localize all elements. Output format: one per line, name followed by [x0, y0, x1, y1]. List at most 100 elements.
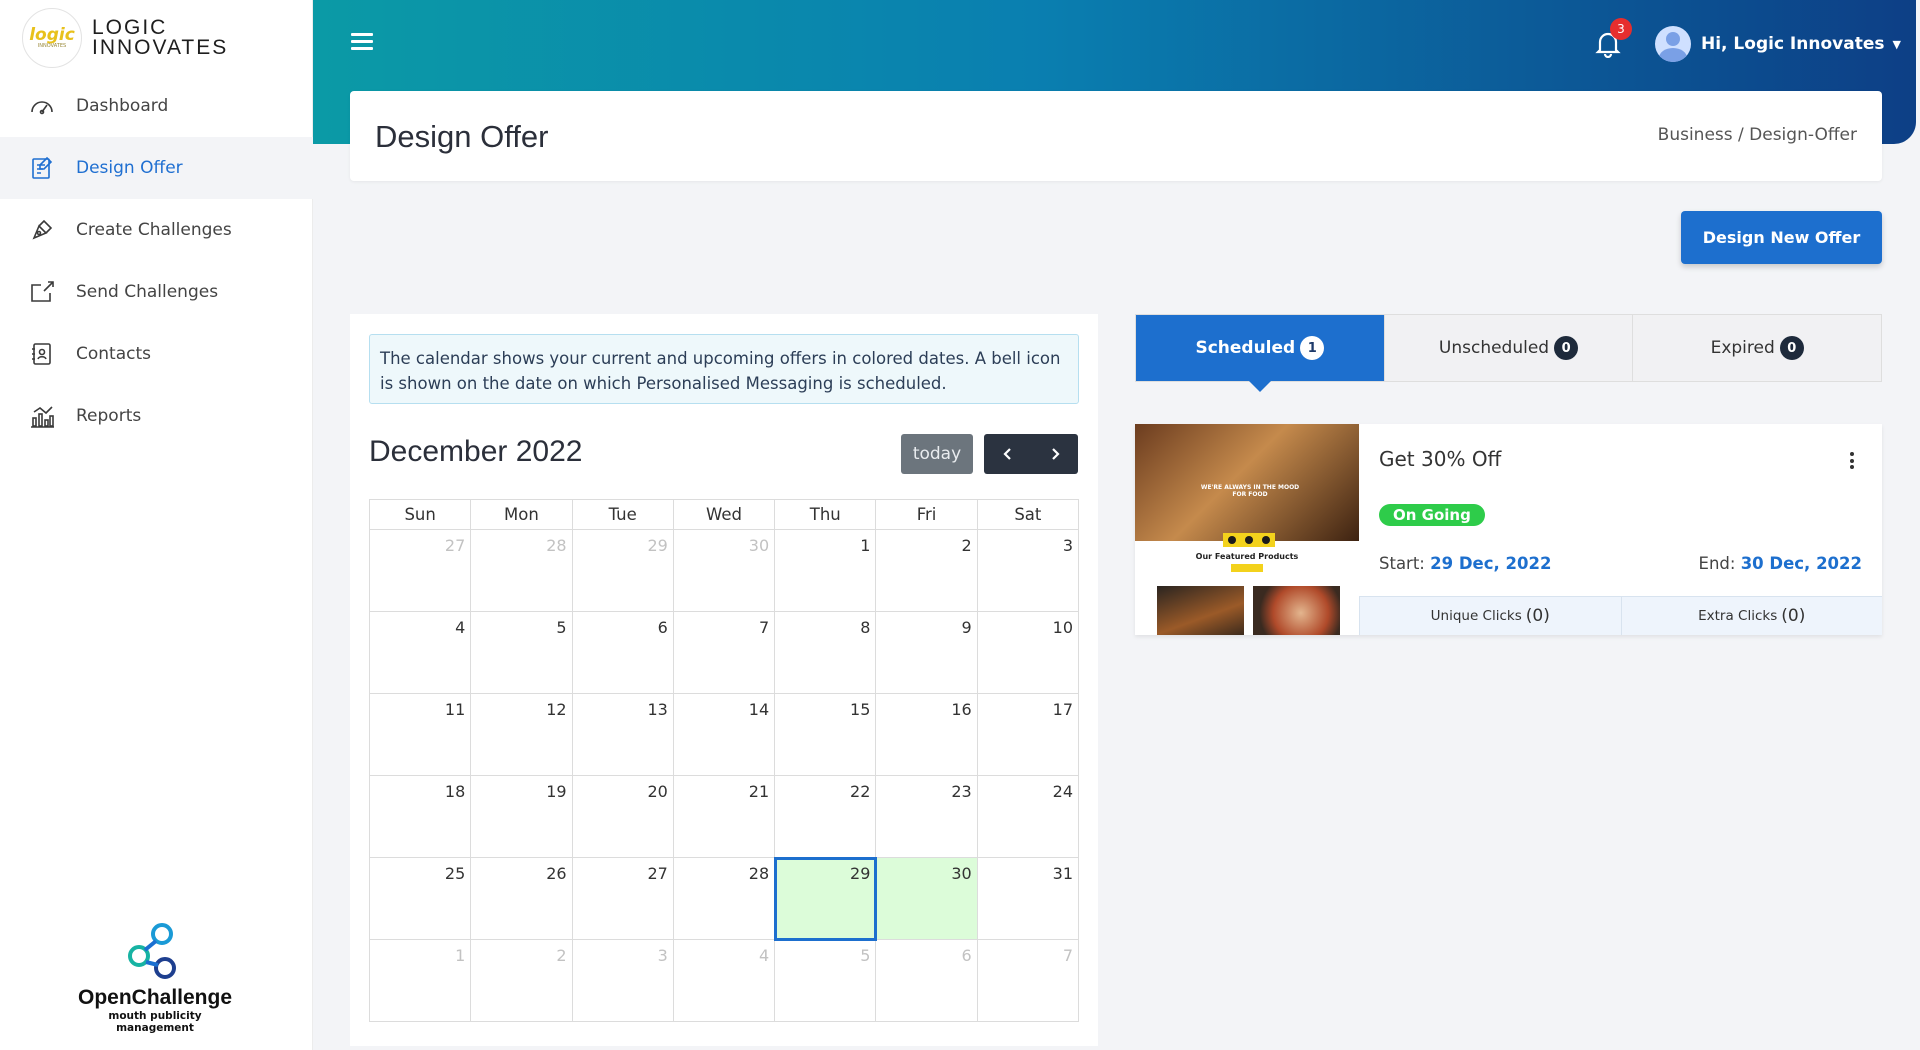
calendar-day-cell[interactable]: 6 — [571, 611, 674, 694]
tab-count-badge: 0 — [1779, 336, 1804, 360]
calendar-day-cell[interactable]: 5 — [774, 939, 877, 1022]
calendar-day-cell[interactable]: 26 — [470, 857, 573, 940]
calendar-day-cell[interactable]: 12 — [470, 693, 573, 776]
calendar-day-cell[interactable]: 5 — [470, 611, 573, 694]
calendar-day-cell[interactable]: 30 — [875, 857, 978, 940]
calendar-day-cell[interactable]: 28 — [672, 857, 776, 940]
calendar-day-cell[interactable]: 18 — [368, 775, 472, 858]
calendar-day-cell[interactable]: 15 — [774, 693, 877, 776]
offer-clicks: Unique Clicks (0) Extra Clicks (0) — [1359, 596, 1882, 635]
chevron-right-icon — [1051, 448, 1060, 460]
tab-scheduled[interactable]: Scheduled 1 — [1136, 315, 1385, 392]
breadcrumb: Business / Design-Offer — [1657, 125, 1857, 145]
weekday-header-row: Sun Mon Tue Wed Thu Fri Sat — [368, 499, 1080, 530]
calendar-week-row: 27 28 29 30 1 2 3 — [368, 529, 1080, 612]
calendar-day-cell[interactable]: 9 — [875, 611, 978, 694]
calendar-week-row: 4 5 6 7 8 9 10 — [368, 611, 1080, 694]
thumbnail-hero-text: WE'RE ALWAYS IN THE MOOD FOR FOOD — [1200, 484, 1300, 498]
page-title: Design Offer — [375, 119, 549, 154]
calendar-week-row: 18 19 20 21 22 23 24 — [368, 775, 1080, 858]
calendar-day-cell[interactable]: 21 — [672, 775, 776, 858]
logo-mark-text: logic — [29, 25, 75, 45]
calendar-day-cell[interactable]: 25 — [368, 857, 472, 940]
calendar-day-cell[interactable]: 23 — [875, 775, 978, 858]
more-options-icon[interactable] — [1850, 452, 1856, 472]
calendar-day-cell[interactable]: 1 — [368, 939, 472, 1022]
sidebar-item-reports[interactable]: Reports — [0, 385, 313, 447]
thumbnail-product-image — [1157, 586, 1244, 635]
calendar-day-cell[interactable]: 4 — [368, 611, 472, 694]
hamburger-icon-bar — [351, 40, 373, 43]
calendar-day-cell[interactable]: 27 — [368, 529, 472, 612]
thumbnail-hero-image — [1135, 424, 1359, 541]
calendar-day-cell[interactable]: 20 — [571, 775, 674, 858]
calendar-day-cell[interactable]: 7 — [672, 611, 776, 694]
next-month-button[interactable] — [1031, 434, 1078, 474]
today-button[interactable]: today — [901, 434, 973, 474]
unique-clicks-label: Unique Clicks — [1430, 608, 1522, 624]
avatar — [1655, 26, 1691, 62]
calendar-day-cell[interactable]: 31 — [976, 857, 1080, 940]
sidebar-item-design-offer[interactable]: Design Offer — [0, 137, 313, 199]
calendar-day-cell[interactable]: 2 — [470, 939, 573, 1022]
tab-count-badge: 0 — [1554, 336, 1579, 360]
calendar-day-cell[interactable]: 19 — [470, 775, 573, 858]
user-menu[interactable]: Hi, Logic Innovates ▼ — [1655, 26, 1901, 62]
calendar-day-cell[interactable]: 30 — [672, 529, 776, 612]
calendar-day-cell[interactable]: 16 — [875, 693, 978, 776]
user-greeting: Hi, Logic Innovates — [1701, 34, 1885, 54]
calendar-day-cell[interactable]: 29 — [571, 529, 674, 612]
tab-label: Unscheduled — [1438, 338, 1550, 358]
logo[interactable]: logic INNOVATES LOGIC INNOVATES — [22, 8, 228, 68]
kebab-dot — [1850, 458, 1854, 463]
openchallenge-brand: OpenChallenge mouth publicity management — [70, 920, 240, 1034]
calendar-body: 27 28 29 30 1 2 3 4 5 6 7 8 9 10 11 12 13 14 15 16 17 18 19 20 2… — [368, 529, 1080, 1022]
menu-toggle-button[interactable] — [351, 33, 373, 51]
sidebar-item-dashboard[interactable]: Dashboard — [0, 75, 313, 137]
calendar-day-cell[interactable]: 10 — [976, 611, 1080, 694]
calendar-info-alert: The calendar shows your current and upco… — [369, 334, 1079, 404]
unique-clicks-value: (0) — [1525, 606, 1550, 626]
thumbnail-product-image — [1253, 586, 1340, 635]
calendar-day-cell[interactable]: 29 — [773, 856, 877, 941]
tab-unscheduled[interactable]: Unscheduled 0 — [1385, 315, 1634, 381]
calendar-day-cell[interactable]: 14 — [672, 693, 776, 776]
calendar-day-cell[interactable]: 6 — [875, 939, 978, 1022]
offer-start: Start: 29 Dec, 2022 — [1379, 554, 1551, 573]
calendar-day-cell[interactable]: 1 — [774, 529, 877, 612]
extra-clicks-value: (0) — [1781, 606, 1806, 626]
calendar-day-cell[interactable]: 7 — [976, 939, 1080, 1022]
unique-clicks: Unique Clicks (0) — [1359, 596, 1621, 635]
sidebar-item-send-challenges[interactable]: Send Challenges — [0, 261, 313, 323]
start-label: Start: — [1379, 554, 1425, 573]
end-date: 30 Dec, 2022 — [1740, 554, 1862, 573]
calendar-day-cell[interactable]: 8 — [774, 611, 877, 694]
extra-clicks-label: Extra Clicks — [1698, 608, 1778, 624]
calendar-day-cell[interactable]: 2 — [875, 529, 978, 612]
notification-count-badge: 3 — [1610, 18, 1632, 40]
prev-month-button[interactable] — [984, 434, 1031, 474]
calendar-day-cell[interactable]: 22 — [774, 775, 877, 858]
tab-expired[interactable]: Expired 0 — [1633, 315, 1881, 381]
sidebar-item-label: Dashboard — [76, 96, 169, 116]
status-badge: On Going — [1379, 504, 1485, 526]
kebab-dot — [1850, 465, 1854, 469]
calendar-day-cell[interactable]: 4 — [672, 939, 776, 1022]
sidebar-item-contacts[interactable]: Contacts — [0, 323, 313, 385]
page-header: Design Offer Business / Design-Offer — [350, 91, 1882, 181]
calendar-day-cell[interactable]: 28 — [470, 529, 573, 612]
calendar-day-cell[interactable]: 27 — [571, 857, 674, 940]
offer-card[interactable]: WE'RE ALWAYS IN THE MOOD FOR FOOD Our Fe… — [1135, 424, 1882, 635]
sidebar-item-create-challenges[interactable]: Create Challenges — [0, 199, 313, 261]
calendar-day-cell[interactable]: 3 — [976, 529, 1080, 612]
sidebar-item-label: Design Offer — [76, 158, 183, 178]
design-new-offer-button[interactable]: Design New Offer — [1681, 211, 1882, 264]
contact-book-icon — [32, 343, 51, 365]
calendar-day-cell[interactable]: 13 — [571, 693, 674, 776]
hamburger-icon-bar — [351, 33, 373, 36]
calendar-day-cell[interactable]: 3 — [571, 939, 674, 1022]
calendar-day-cell[interactable]: 11 — [368, 693, 472, 776]
calendar-day-cell[interactable]: 24 — [976, 775, 1080, 858]
calendar-day-cell[interactable]: 17 — [976, 693, 1080, 776]
notifications-button[interactable]: 3 — [1595, 18, 1632, 62]
